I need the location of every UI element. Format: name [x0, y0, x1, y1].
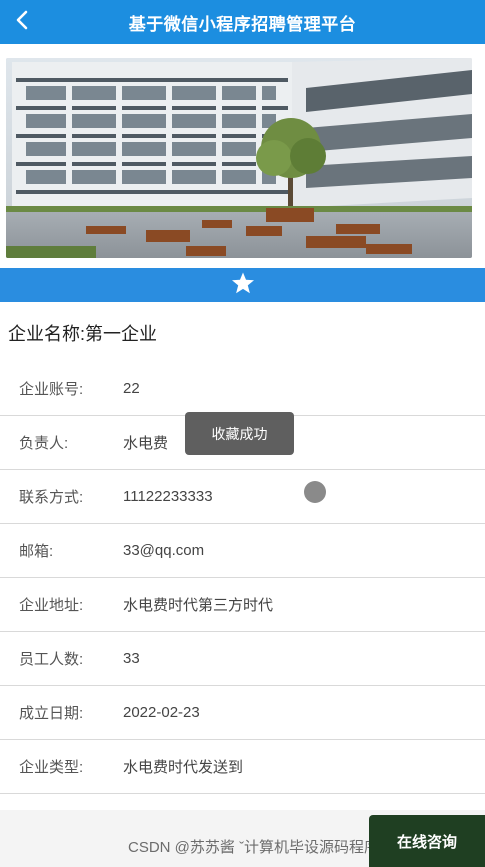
- detail-row-account: 企业账号: 22: [0, 362, 485, 416]
- detail-label: 企业地址:: [19, 597, 84, 614]
- detail-value: 33@qq.com: [123, 542, 205, 559]
- star-icon: [231, 271, 255, 300]
- back-button[interactable]: [6, 6, 38, 38]
- detail-value: 2022-02-23: [123, 704, 200, 721]
- detail-value: 22: [123, 380, 140, 397]
- detail-value: 水电费: [123, 435, 169, 452]
- detail-row-type: 企业类型: 水电费时代发送到: [0, 740, 485, 794]
- app-header: 基于微信小程序招聘管理平台: [0, 0, 485, 44]
- online-consult-button[interactable]: 在线咨询: [369, 815, 485, 867]
- detail-row-email: 邮箱: 33@qq.com: [0, 524, 485, 578]
- detail-label: 员工人数:: [19, 651, 84, 668]
- detail-value: 水电费时代发送到: [123, 759, 244, 776]
- watermark-text: CSDN @苏苏酱 ˇ计算机毕设源码程序: [128, 839, 380, 856]
- detail-label: 负责人:: [19, 435, 69, 452]
- detail-row-employees: 员工人数: 33: [0, 632, 485, 686]
- touch-indicator: [304, 481, 326, 503]
- page-title: 基于微信小程序招聘管理平台: [128, 14, 357, 34]
- detail-label: 联系方式:: [19, 489, 84, 506]
- detail-label: 企业账号:: [19, 381, 84, 398]
- chevron-left-icon: [15, 9, 29, 36]
- detail-row-founded: 成立日期: 2022-02-23: [0, 686, 485, 740]
- company-name-label: 企业名称:: [8, 324, 86, 344]
- detail-label: 企业类型:: [19, 759, 84, 776]
- detail-label: 邮箱:: [19, 543, 54, 560]
- company-name-value: 第一企业: [85, 324, 158, 344]
- detail-row-contact: 联系方式: 11122233333: [0, 470, 485, 524]
- toast-message: 收藏成功: [185, 412, 294, 455]
- banner-image: [6, 58, 472, 258]
- company-name: 企业名称: 第一企业: [8, 316, 157, 350]
- detail-value: 11122233333: [123, 488, 213, 505]
- favorite-button[interactable]: [0, 268, 485, 302]
- detail-row-address: 企业地址: 水电费时代第三方时代: [0, 578, 485, 632]
- detail-value: 33: [123, 650, 140, 667]
- detail-label: 成立日期:: [19, 705, 84, 722]
- detail-value: 水电费时代第三方时代: [123, 597, 274, 614]
